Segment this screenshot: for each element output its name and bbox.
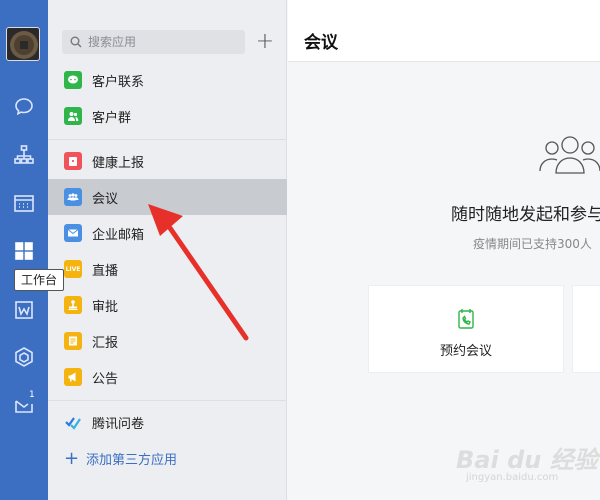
stamp-icon — [64, 296, 82, 314]
app-item-enterprise-mail[interactable]: 企业邮箱 — [48, 215, 287, 251]
app-label: 直播 — [92, 263, 119, 279]
hexagon-icon[interactable] — [10, 343, 38, 371]
app-item-approval[interactable]: 审批 — [48, 287, 287, 323]
page-title: 会议 — [304, 33, 338, 53]
meeting-content: 会议 随时随地发起和参与 疫情期间已支持300人 预约会议 — [288, 0, 600, 500]
divider — [48, 139, 287, 140]
search-input[interactable] — [88, 35, 238, 49]
chat-icon[interactable] — [10, 93, 38, 121]
app-label: 腾讯问卷 — [92, 416, 145, 432]
document-icon[interactable] — [10, 296, 38, 324]
app-label: 汇报 — [92, 335, 119, 351]
app-label: 企业邮箱 — [92, 227, 145, 243]
meeting-icon — [64, 188, 82, 206]
app-label: 会议 — [92, 191, 119, 207]
report-icon — [64, 332, 82, 350]
baidu-watermark-url: jingyan.baidu.com — [466, 472, 559, 483]
hero-title: 随时随地发起和参与 — [451, 205, 600, 225]
app-label: 审批 — [92, 299, 119, 315]
hero-subtitle: 疫情期间已支持300人 — [473, 237, 592, 251]
workbench-tooltip: 工作台 — [14, 269, 65, 291]
chat-bubble-icon — [64, 71, 82, 89]
add-third-party-label: 添加第三方应用 — [86, 453, 178, 468]
content-header: 会议 — [288, 0, 600, 62]
group-people-icon — [535, 133, 600, 181]
live-badge-text: LIVE — [65, 265, 81, 273]
avatar[interactable] — [6, 27, 40, 61]
search-icon — [70, 36, 82, 48]
nav-rail: 1 — [0, 0, 48, 500]
app-item-announcement[interactable]: 公告 — [48, 359, 287, 395]
workbench-grid-icon[interactable] — [10, 237, 38, 265]
app-item-health-report[interactable]: 健康上报 — [48, 143, 287, 179]
app-label: 健康上报 — [92, 155, 145, 171]
app-label: 公告 — [92, 371, 119, 387]
card-label: 预约会议 — [439, 344, 492, 359]
add-third-party-app-link[interactable]: + 添加第三方应用 — [64, 449, 177, 468]
app-item-customer-group[interactable]: 客户群 — [48, 98, 287, 134]
app-label: 客户群 — [92, 110, 132, 126]
live-icon: LIVE — [64, 260, 82, 278]
app-item-report[interactable]: 汇报 — [48, 323, 287, 359]
mail-badge: 1 — [29, 390, 35, 400]
app-item-tencent-survey[interactable]: 腾讯问卷 — [48, 404, 287, 440]
app-item-customer-contact[interactable]: 客户联系 — [48, 62, 287, 98]
app-list-panel: + 客户联系 客户群 健康上报 会议 企业邮箱 LIVE 直播 审批 汇报 公告… — [48, 0, 287, 500]
schedule-meeting-card[interactable]: 预约会议 — [368, 285, 564, 373]
divider — [48, 400, 287, 401]
megaphone-icon — [64, 368, 82, 386]
envelope-icon — [64, 224, 82, 242]
app-item-live[interactable]: LIVE 直播 — [48, 251, 287, 287]
card-partial[interactable] — [572, 285, 600, 373]
health-clipboard-icon — [64, 152, 82, 170]
add-button[interactable]: + — [254, 30, 276, 54]
survey-check-icon — [64, 413, 82, 431]
calendar-icon[interactable] — [10, 189, 38, 217]
plus-icon: + — [64, 447, 80, 469]
org-chart-icon[interactable] — [10, 141, 38, 169]
app-label: 客户联系 — [92, 74, 145, 90]
people-icon — [64, 107, 82, 125]
app-item-meeting[interactable]: 会议 — [48, 179, 287, 215]
phone-calendar-icon — [457, 308, 475, 334]
search-box[interactable] — [62, 30, 245, 54]
baidu-watermark: Bai du 经验 — [456, 446, 598, 474]
